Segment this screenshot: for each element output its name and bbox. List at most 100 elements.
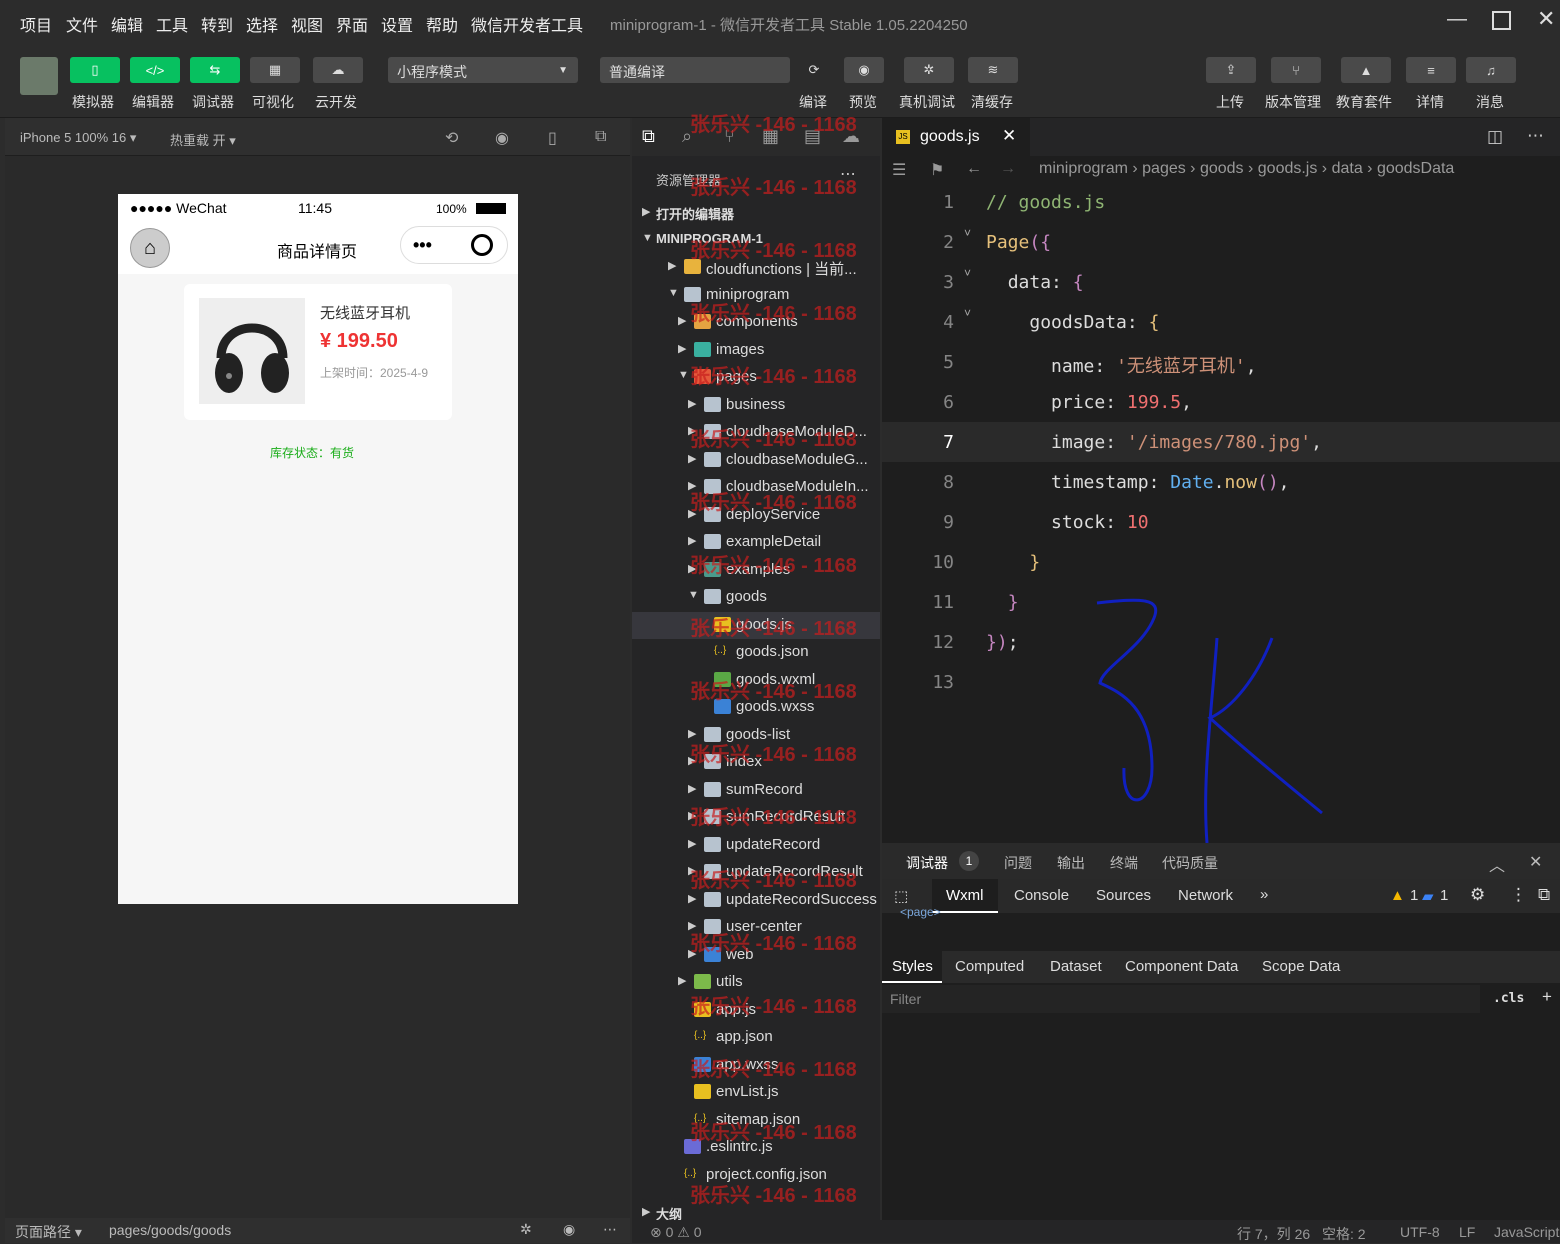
hot-reload-toggle[interactable]: 热重载 开 ▾ [170, 130, 236, 149]
tree-item[interactable]: {..} project.config.json [632, 1162, 880, 1189]
eye-small-icon[interactable]: ◉ [563, 1221, 575, 1238]
cloud-button[interactable]: ☁ [313, 57, 363, 83]
capsule-menu[interactable]: ••• [400, 226, 508, 264]
tree-item[interactable]: app.wxss [632, 1052, 880, 1079]
tree-item[interactable]: ▶ goods-list [632, 722, 880, 749]
menu-tools[interactable]: 工具 [156, 12, 188, 36]
tree-item[interactable]: ▼ miniprogram [632, 282, 880, 309]
chevron-right-icon[interactable]: ▶ [688, 727, 696, 740]
tree-item[interactable]: ▶ exampleDetail [632, 529, 880, 556]
chevron-right-icon[interactable]: ▶ [688, 782, 696, 795]
tab-debugger[interactable]: 调试器 [906, 853, 948, 873]
popout-icon[interactable]: ⧉ [595, 128, 606, 146]
menu-select[interactable]: 选择 [246, 12, 278, 36]
search-icon[interactable]: ⌕ [682, 126, 692, 147]
mode-select[interactable]: 小程序模式 ▼ [388, 57, 578, 83]
tab-sources[interactable]: Sources [1096, 887, 1151, 904]
tree-item[interactable]: ▶ deployService [632, 502, 880, 529]
minimize-icon[interactable]: — [1447, 8, 1467, 31]
bookmark-icon[interactable]: ⚑ [930, 160, 944, 180]
home-icon[interactable]: ⌂ [130, 228, 170, 268]
tree-item[interactable]: ▼ goods [632, 584, 880, 611]
chevron-down-icon[interactable]: ▼ [678, 369, 689, 381]
tree-item[interactable]: ▶ images [632, 337, 880, 364]
rotate-icon[interactable]: ⟲ [445, 128, 458, 148]
tree-item[interactable]: app.js [632, 997, 880, 1024]
tab-component-data[interactable]: Component Data [1125, 958, 1238, 975]
explorer-more-icon[interactable]: ⋯ [840, 164, 856, 184]
tab-issues[interactable]: 问题 [1004, 853, 1032, 873]
add-rule-icon[interactable]: + [1542, 987, 1552, 1007]
tab-styles[interactable]: Styles [882, 951, 942, 983]
menu-view[interactable]: 视图 [291, 12, 323, 36]
chevron-right-icon[interactable]: ▶ [678, 342, 686, 355]
compile-select[interactable]: 普通编译 [600, 57, 790, 83]
more-tabs-icon[interactable]: » [1260, 886, 1268, 903]
chevron-right-icon[interactable]: ▶ [688, 919, 696, 932]
tree-item[interactable]: ▶ cloudbaseModuleG... [632, 447, 880, 474]
menu-devtools[interactable]: 微信开发者工具 [471, 12, 583, 36]
chevron-right-icon[interactable]: ▶ [688, 864, 696, 877]
source-control-icon[interactable]: ⑂ [724, 126, 735, 147]
simulator-button[interactable]: ▯ [70, 57, 120, 83]
chevron-right-icon[interactable]: ▶ [688, 562, 696, 575]
open-editors-section[interactable]: ▶ 打开的编辑器 [632, 200, 880, 227]
collapse-icon[interactable]: ︿ [1489, 852, 1505, 876]
tab-console[interactable]: Console [1014, 887, 1069, 904]
tree-item[interactable]: goods.wxml [632, 667, 880, 694]
clear-cache-button[interactable]: ≋ [968, 57, 1018, 83]
indent-spaces[interactable]: 空格: 2 [1322, 1224, 1366, 1244]
problems-count[interactable]: ⊗ 0 ⚠ 0 [650, 1224, 702, 1241]
cloud-panel-icon[interactable]: ☁ [842, 126, 860, 147]
fold-icon[interactable]: ˅ [964, 306, 971, 320]
list-icon[interactable]: ☰ [892, 160, 906, 180]
version-button[interactable]: ⑂ [1271, 57, 1321, 83]
more-small-icon[interactable]: ⋯ [603, 1221, 617, 1238]
language-mode[interactable]: JavaScript [1494, 1224, 1559, 1240]
back-icon[interactable]: ← [966, 160, 982, 178]
forward-icon[interactable]: → [1000, 160, 1016, 178]
tab-scope-data[interactable]: Scope Data [1262, 958, 1340, 975]
project-section[interactable]: ▼ MINIPROGRAM-1 [632, 227, 880, 254]
tab-goods-js[interactable]: JS goods.js ✕ [882, 118, 1030, 156]
line-ending[interactable]: LF [1459, 1224, 1475, 1240]
visual-button[interactable]: ▦ [250, 57, 300, 83]
chevron-down-icon[interactable]: ▼ [668, 287, 679, 299]
chevron-right-icon[interactable]: ▶ [688, 534, 696, 547]
tree-item[interactable]: ▼ pages [632, 364, 880, 391]
tree-item[interactable]: goods.wxss [632, 694, 880, 721]
tree-item[interactable]: envList.js [632, 1079, 880, 1106]
cursor-position[interactable]: 行 7，列 26 [1237, 1224, 1310, 1244]
close-devtools-icon[interactable]: ✕ [1529, 852, 1542, 872]
chevron-right-icon[interactable]: ▶ [678, 974, 686, 987]
chevron-right-icon[interactable]: ▶ [688, 424, 696, 437]
page-path-label[interactable]: 页面路径 ▾ [15, 1222, 82, 1242]
more-icon[interactable]: ••• [413, 235, 432, 256]
tree-item[interactable]: ▶ web [632, 942, 880, 969]
close-capsule-icon[interactable] [471, 234, 493, 256]
editor-more-icon[interactable]: ⋯ [1527, 126, 1544, 146]
tree-item[interactable]: ▶ updateRecordResult [632, 859, 880, 886]
tree-item[interactable]: ▶ cloudfunctions | 当前... [632, 254, 880, 281]
tab-terminal[interactable]: 终端 [1110, 853, 1138, 873]
tree-item[interactable]: {..} sitemap.json [632, 1107, 880, 1134]
messages-button[interactable]: ♫ [1466, 57, 1516, 83]
tree-item[interactable]: ▶ business [632, 392, 880, 419]
menu-edit[interactable]: 编辑 [111, 12, 143, 36]
wxml-page-node[interactable]: <page> [900, 905, 941, 919]
crumb-pages[interactable]: pages [1142, 160, 1186, 177]
tab-output[interactable]: 输出 [1057, 853, 1085, 873]
details-button[interactable]: ≡ [1406, 57, 1456, 83]
tab-computed[interactable]: Computed [955, 958, 1024, 975]
dock-icon[interactable]: ⧉ [1538, 885, 1550, 905]
menu-help[interactable]: 帮助 [426, 12, 458, 36]
crumb-miniprogram[interactable]: miniprogram [1039, 160, 1128, 177]
tree-item[interactable]: ▶ index [632, 749, 880, 776]
crumb-data[interactable]: data [1332, 160, 1363, 177]
education-button[interactable]: ▲ [1341, 57, 1391, 83]
bug-small-icon[interactable]: ✲ [520, 1221, 532, 1238]
tree-item[interactable]: ▶ updateRecordSuccess [632, 887, 880, 914]
tree-item[interactable]: ▶ updateRecord [632, 832, 880, 859]
tree-item[interactable]: ▶ examples [632, 557, 880, 584]
maximize-icon[interactable] [1492, 11, 1511, 30]
